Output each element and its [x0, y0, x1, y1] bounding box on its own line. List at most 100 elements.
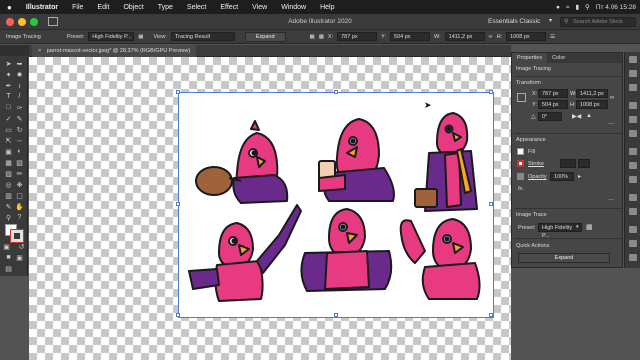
line-tool-icon[interactable]: /: [15, 92, 24, 101]
handle-tm[interactable]: [334, 90, 338, 94]
question-icon[interactable]: ?: [15, 213, 24, 222]
menu-app[interactable]: Illustrator: [19, 4, 65, 11]
handle-bl[interactable]: [176, 313, 180, 317]
blend-icon[interactable]: ◎: [4, 180, 13, 189]
apple-menu-icon[interactable]: ●: [0, 3, 19, 12]
reference-point-icon[interactable]: [517, 93, 526, 102]
shape-builder-icon[interactable]: ◐: [15, 147, 24, 156]
menu-help[interactable]: Help: [313, 4, 341, 11]
opacity-input[interactable]: 100%: [550, 172, 574, 181]
tab-color[interactable]: Color: [547, 53, 570, 63]
stroke-swatch[interactable]: [517, 160, 524, 167]
swap-colors-icon[interactable]: ↺: [17, 242, 26, 251]
hand-icon[interactable]: ✋: [15, 202, 24, 211]
expand-button[interactable]: Expand: [244, 31, 286, 42]
flip-horizontal-icon[interactable]: ▶◀: [572, 113, 581, 120]
more-options-icon[interactable]: …: [608, 196, 614, 202]
artboard[interactable]: [176, 90, 494, 318]
h-input[interactable]: 1008 px: [576, 100, 608, 109]
rotate-input[interactable]: 0°: [538, 112, 562, 121]
selection-tool-icon[interactable]: ➤: [4, 59, 13, 68]
h-field[interactable]: 1008 px: [506, 32, 547, 41]
brushes-icon[interactable]: [629, 116, 637, 123]
opacity-label[interactable]: Opacity: [528, 174, 547, 180]
menu-window[interactable]: Window: [274, 4, 313, 11]
shaper-tool-icon[interactable]: ✓: [4, 114, 13, 123]
y-field[interactable]: 504 px: [390, 32, 431, 41]
graph-icon[interactable]: ▥: [4, 191, 13, 200]
view-select[interactable]: Tracing Result: [170, 32, 235, 41]
fill-swatch[interactable]: [517, 148, 524, 155]
trace-options-icon[interactable]: ▦: [586, 223, 593, 231]
rectangle-tool-icon[interactable]: □: [4, 103, 13, 112]
handle-mr[interactable]: [489, 202, 493, 206]
type-tool-icon[interactable]: T: [4, 92, 13, 101]
link-icon[interactable]: ∞: [610, 95, 614, 101]
rotate-icon[interactable]: ↻: [15, 125, 24, 134]
handle-tl[interactable]: [176, 90, 180, 94]
eyedropper-icon[interactable]: ✏: [15, 169, 24, 178]
menu-edit[interactable]: Edit: [90, 4, 116, 11]
eraser-icon[interactable]: ▭: [4, 125, 13, 134]
close-tab-icon[interactable]: ×: [38, 48, 41, 54]
transform-icon[interactable]: [629, 254, 637, 261]
transparency-icon[interactable]: [629, 176, 637, 183]
w-field[interactable]: 1411,2 px: [444, 32, 485, 41]
menu-select[interactable]: Select: [180, 4, 213, 11]
menu-view[interactable]: View: [245, 4, 274, 11]
pen-tool-icon[interactable]: ✒: [4, 81, 13, 90]
more-options-icon[interactable]: …: [608, 120, 614, 126]
color-mode-icon[interactable]: ■: [4, 253, 13, 262]
battery-icon[interactable]: ▮: [575, 3, 579, 11]
record-icon[interactable]: ●: [556, 4, 560, 11]
fx-button[interactable]: fx.: [518, 186, 524, 192]
draw-mode-icon[interactable]: ▣: [15, 253, 24, 262]
swatches-icon[interactable]: [629, 102, 637, 109]
stroke-weight-input[interactable]: [560, 159, 576, 168]
panel-icon[interactable]: ▦: [138, 34, 143, 40]
appearance-icon[interactable]: [629, 194, 637, 201]
screen-mode-icon[interactable]: ▤: [4, 264, 13, 273]
gradient-icon[interactable]: [629, 162, 637, 169]
workspace-switcher[interactable]: Essentials Classic: [488, 18, 540, 25]
reference-point-icon[interactable]: ▩: [319, 34, 324, 40]
tab-properties[interactable]: Properties: [512, 53, 548, 63]
slice-icon[interactable]: ✎: [4, 202, 13, 211]
preset-select[interactable]: High Fidelity P...: [88, 32, 135, 41]
magic-wand-icon[interactable]: ✦: [4, 70, 13, 79]
chevron-down-icon[interactable]: ▾: [549, 17, 552, 24]
lasso-icon[interactable]: ✹: [15, 70, 24, 79]
curvature-tool-icon[interactable]: ≀: [15, 81, 24, 90]
default-colors-icon[interactable]: ▣: [2, 242, 11, 251]
x-input[interactable]: 787 px: [538, 89, 568, 98]
symbols-icon[interactable]: [629, 130, 637, 137]
handle-tr[interactable]: [489, 90, 493, 94]
mesh-icon[interactable]: ▧: [15, 158, 24, 167]
menu-object[interactable]: Object: [116, 4, 150, 11]
perspective-grid-icon[interactable]: ▦: [4, 158, 13, 167]
w-input[interactable]: 1411,2 px: [576, 89, 608, 98]
gradient-icon[interactable]: ▨: [4, 169, 13, 178]
chevron-right-icon[interactable]: ▸: [578, 173, 581, 180]
handle-bm[interactable]: [334, 313, 338, 317]
scale-icon[interactable]: ⇱: [4, 136, 13, 145]
layers-icon[interactable]: [629, 70, 637, 77]
properties-icon[interactable]: [629, 56, 637, 63]
clock[interactable]: Пт 4.06 15:28: [596, 4, 636, 11]
artboard-icon[interactable]: ▢: [15, 191, 24, 200]
stock-search-input[interactable]: ⚲ Search Adobe Stock: [560, 17, 636, 27]
flip-vertical-icon[interactable]: ▲: [586, 113, 592, 119]
document-tab[interactable]: × parrot-mascot-vector.jpeg* @ 28,37% (R…: [32, 45, 197, 57]
menu-type[interactable]: Type: [151, 4, 180, 11]
panel-menu-icon[interactable]: ☰: [550, 34, 555, 40]
y-input[interactable]: 504 px: [538, 100, 568, 109]
free-transform-icon[interactable]: ▣: [4, 147, 13, 156]
paintbrush-icon[interactable]: ✑: [15, 103, 24, 112]
width-tool-icon[interactable]: ↔: [15, 136, 24, 145]
stroke-label[interactable]: Stroke: [528, 161, 544, 167]
align-icon[interactable]: [629, 226, 637, 233]
libraries-icon[interactable]: [629, 84, 637, 91]
handle-br[interactable]: [489, 313, 493, 317]
search-icon[interactable]: ⚲: [585, 3, 590, 11]
x-field[interactable]: 787 px: [337, 32, 378, 41]
